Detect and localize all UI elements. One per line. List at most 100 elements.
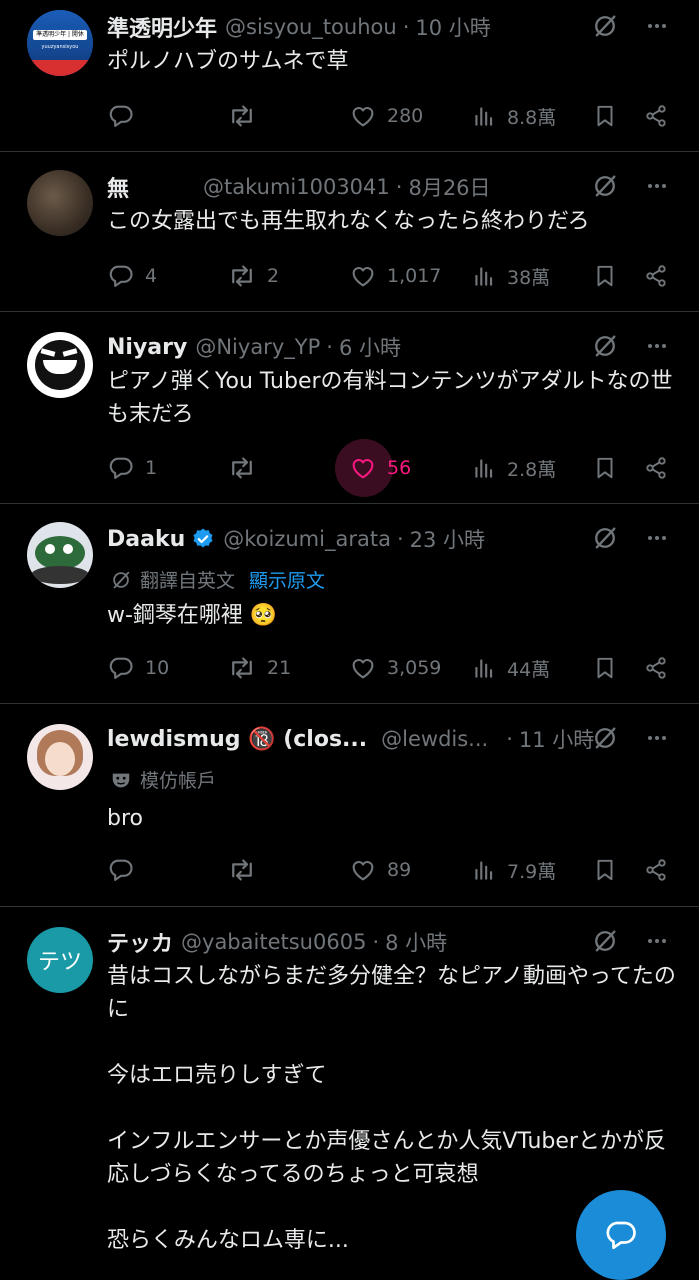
views-button[interactable]: 7.9萬 [471, 850, 556, 890]
compose-reply-button[interactable] [576, 1190, 666, 1280]
grok-icon[interactable] [591, 172, 619, 200]
share-button[interactable] [643, 648, 669, 688]
avatar[interactable] [27, 170, 93, 236]
more-icon[interactable] [645, 334, 669, 358]
like-count: 56 [387, 457, 412, 479]
display-name[interactable]: Niyary [107, 335, 187, 360]
handle[interactable]: @lewdis... [381, 727, 488, 751]
bookmark-button[interactable] [592, 256, 618, 296]
timestamp[interactable]: 23 小時 [410, 524, 485, 554]
handle[interactable]: @Niyary_YP [195, 335, 320, 359]
reply-button[interactable]: 1 [107, 448, 157, 488]
tweet-header: lewdismug 🔞 (clos... @lewdis... · 11 小時 [107, 724, 699, 754]
avatar-initials: テツ [37, 950, 82, 975]
like-button[interactable]: 56 [335, 439, 412, 497]
more-icon[interactable] [645, 526, 669, 550]
avatar[interactable] [27, 724, 93, 790]
views-button[interactable]: 8.8萬 [471, 96, 556, 136]
timestamp[interactable]: 6 小時 [339, 332, 401, 362]
more-icon[interactable] [645, 14, 669, 38]
like-button[interactable]: 1,017 [349, 256, 441, 296]
parody-label: 模仿帳戶 [140, 770, 217, 792]
views-count: 44萬 [507, 658, 551, 681]
like-button[interactable]: 280 [349, 96, 423, 136]
tweet-item[interactable]: 準透明少年 | 開休 yuuzyansisyou 準透明少年 @sisyou_t… [0, 0, 699, 152]
tweet-item[interactable]: Daaku @koizumi_arata · 23 小時 翻譯自英文 顯示原文 … [0, 504, 699, 704]
display-name[interactable]: 無 [107, 171, 129, 203]
share-icon [643, 263, 669, 289]
tweet-item[interactable]: 無 @takumi1003041 · 8月26日 この女露出でも再生取れなくなっ… [0, 152, 699, 312]
share-button[interactable] [643, 448, 669, 488]
retweet-button[interactable]: 2 [227, 256, 279, 296]
tweet-text: ピアノ弾くYou Tuberの有料コンテンツがアダルトなの世も末だろ [107, 369, 673, 427]
reply-icon [107, 454, 135, 482]
tweet-item[interactable]: lewdismug 🔞 (clos... @lewdis... · 11 小時 … [0, 704, 699, 907]
avatar-label: 準透明少年 | 開休 [33, 30, 87, 40]
reply-button[interactable]: 4 [107, 256, 157, 296]
more-icon[interactable] [645, 174, 669, 198]
like-button[interactable]: 3,059 [349, 648, 441, 688]
retweet-button[interactable] [227, 448, 267, 488]
views-button[interactable]: 44萬 [471, 648, 550, 688]
display-name[interactable]: Daaku [107, 527, 185, 552]
separator-dot: · [396, 527, 404, 551]
grok-icon[interactable] [591, 332, 619, 360]
more-icon[interactable] [645, 726, 669, 750]
display-name[interactable]: lewdismug 🔞 (clos... [107, 727, 367, 752]
handle[interactable]: @yabaitetsu0605 [181, 930, 366, 954]
handle[interactable]: @sisyou_touhou [225, 15, 397, 39]
share-button[interactable] [643, 96, 669, 136]
tweet-header: Niyary @Niyary_YP · 6 小時 [107, 332, 699, 362]
reply-icon [107, 262, 135, 290]
grok-icon[interactable] [591, 724, 619, 752]
bookmark-button[interactable] [592, 448, 618, 488]
display-name[interactable]: テッカ [107, 926, 173, 958]
avatar[interactable] [27, 332, 93, 398]
handle[interactable]: @takumi1003041 [203, 175, 390, 199]
avatar[interactable] [27, 522, 93, 588]
reply-icon [107, 102, 135, 130]
display-name[interactable]: 準透明少年 [107, 11, 217, 43]
timestamp[interactable]: 10 小時 [415, 12, 490, 42]
reply-button[interactable]: 10 [107, 648, 169, 688]
heart-icon [349, 654, 377, 682]
separator-dot: · [506, 727, 513, 751]
share-icon [643, 455, 669, 481]
more-icon[interactable] [645, 929, 669, 953]
retweet-icon [227, 101, 257, 131]
grok-icon[interactable] [591, 524, 619, 552]
share-button[interactable] [643, 256, 669, 296]
retweet-button[interactable] [227, 96, 267, 136]
reply-icon [107, 856, 135, 884]
handle[interactable]: @koizumi_arata [223, 527, 391, 551]
tweet-item[interactable]: Niyary @Niyary_YP · 6 小時 ピアノ弾くYou Tuberの… [0, 312, 699, 504]
views-button[interactable]: 2.8萬 [471, 448, 556, 488]
reply-count: 4 [145, 265, 158, 287]
reply-button[interactable] [107, 850, 145, 890]
bookmark-icon [592, 857, 618, 883]
timestamp[interactable]: 8 小時 [385, 927, 447, 957]
retweet-button[interactable] [227, 850, 267, 890]
tweet-text: ポルノハブのサムネで草 [107, 49, 349, 74]
show-original-link[interactable]: 顯示原文 [249, 566, 325, 593]
tweet-header: 無 @takumi1003041 · 8月26日 [107, 172, 699, 202]
views-count: 8.8萬 [507, 106, 557, 129]
retweet-icon [227, 653, 257, 683]
bookmark-button[interactable] [592, 648, 618, 688]
avatar[interactable]: 準透明少年 | 開休 yuuzyansisyou [27, 10, 93, 76]
timestamp[interactable]: 8月26日 [408, 172, 490, 202]
grok-icon[interactable] [591, 927, 619, 955]
retweet-button[interactable]: 21 [227, 648, 291, 688]
like-button[interactable]: 89 [349, 850, 411, 890]
reply-button[interactable] [107, 96, 145, 136]
avatar[interactable]: テツ [27, 927, 93, 993]
timestamp[interactable]: 11 小時 [519, 724, 594, 754]
share-button[interactable] [643, 850, 669, 890]
grok-icon[interactable] [591, 12, 619, 40]
views-button[interactable]: 38萬 [471, 256, 550, 296]
bookmark-button[interactable] [592, 850, 618, 890]
separator-dot: · [402, 15, 410, 39]
bookmark-icon [592, 263, 618, 289]
bookmark-button[interactable] [592, 96, 618, 136]
like-count: 280 [387, 105, 424, 127]
